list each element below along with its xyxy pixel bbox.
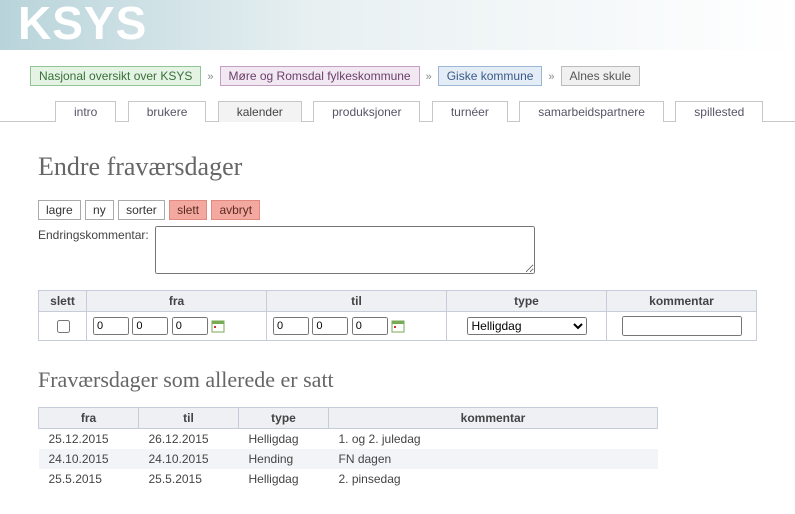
list-cell-fra: 24.10.2015 — [39, 449, 139, 469]
list-cell-type: Helligdag — [239, 429, 329, 450]
existing-list: fra til type kommentar 25.12.201526.12.2… — [38, 407, 658, 489]
action-buttons: lagre ny sorter slett avbryt — [38, 200, 757, 220]
list-col-kommentar: kommentar — [329, 408, 658, 429]
breadcrumb-item[interactable]: Giske kommune — [438, 66, 543, 86]
app-header: KSYS — [0, 0, 795, 50]
type-select[interactable]: HelligdagHending — [467, 317, 587, 335]
tab-turneer[interactable]: turnéer — [432, 101, 508, 122]
list-cell-til: 26.12.2015 — [139, 429, 239, 450]
ny-button[interactable]: ny — [85, 200, 114, 220]
tab-produksjoner[interactable]: produksjoner — [313, 101, 420, 122]
tab-spillested[interactable]: spillested — [675, 101, 763, 122]
kommentar-input[interactable] — [622, 316, 742, 336]
avbryt-button[interactable]: avbryt — [211, 200, 260, 220]
fra-month-input[interactable] — [132, 317, 168, 335]
endringskommentar-label: Endringskommentar: — [38, 226, 149, 242]
breadcrumb-item[interactable]: Nasjonal oversikt over KSYS — [30, 66, 201, 86]
list-cell-til: 24.10.2015 — [139, 449, 239, 469]
list-cell-type: Hending — [239, 449, 329, 469]
til-year-input[interactable] — [352, 317, 388, 335]
tab-intro[interactable]: intro — [55, 101, 116, 122]
edit-row: HelligdagHending — [39, 312, 757, 341]
list-col-type: type — [239, 408, 329, 429]
page-title: Endre fraværsdager — [38, 152, 757, 182]
list-cell-kommentar: FN dagen — [329, 449, 658, 469]
list-col-fra: fra — [39, 408, 139, 429]
lagre-button[interactable]: lagre — [38, 200, 81, 220]
list-col-til: til — [139, 408, 239, 429]
breadcrumb: Nasjonal oversikt over KSYS » Møre og Roms… — [0, 50, 795, 94]
main-content: Endre fraværsdager lagre ny sorter slett… — [0, 122, 795, 489]
list-cell-fra: 25.5.2015 — [39, 469, 139, 489]
breadcrumb-separator: » — [426, 71, 432, 83]
tab-samarbeidspartnere[interactable]: samarbeidspartnere — [519, 101, 664, 122]
list-cell-kommentar: 1. og 2. juledag — [329, 429, 658, 450]
slett-button[interactable]: slett — [169, 200, 207, 220]
col-til: til — [267, 291, 447, 312]
col-type: type — [447, 291, 607, 312]
tab-brukere[interactable]: brukere — [128, 101, 207, 122]
section-title: Fraværsdager som allerede er satt — [38, 367, 757, 393]
list-row: 25.5.201525.5.2015Helligdag2. pinsedag — [39, 469, 658, 489]
row-delete-checkbox[interactable] — [57, 320, 70, 333]
list-row: 24.10.201524.10.2015HendingFN dagen — [39, 449, 658, 469]
tab-bar: intro brukere kalender produksjoner turn… — [0, 100, 795, 122]
calendar-icon[interactable] — [391, 319, 405, 333]
breadcrumb-item[interactable]: Møre og Romsdal fylkeskommune — [220, 66, 420, 86]
breadcrumb-separator: » — [207, 71, 213, 83]
logo: KSYS — [18, 0, 147, 50]
endringskommentar-input[interactable] — [155, 226, 535, 274]
col-slett: slett — [39, 291, 87, 312]
til-day-input[interactable] — [273, 317, 309, 335]
breadcrumb-separator: » — [548, 71, 554, 83]
list-row: 25.12.201526.12.2015Helligdag1. og 2. ju… — [39, 429, 658, 450]
fra-year-input[interactable] — [172, 317, 208, 335]
breadcrumb-item[interactable]: Alnes skule — [561, 66, 640, 86]
list-cell-fra: 25.12.2015 — [39, 429, 139, 450]
edit-grid: slett fra til type kommentar — [38, 290, 757, 341]
col-fra: fra — [87, 291, 267, 312]
list-cell-til: 25.5.2015 — [139, 469, 239, 489]
til-month-input[interactable] — [312, 317, 348, 335]
comment-row: Endringskommentar: — [38, 226, 757, 274]
list-cell-kommentar: 2. pinsedag — [329, 469, 658, 489]
calendar-icon[interactable] — [211, 319, 225, 333]
tab-kalender[interactable]: kalender — [218, 101, 302, 122]
list-cell-type: Helligdag — [239, 469, 329, 489]
sorter-button[interactable]: sorter — [118, 200, 165, 220]
fra-day-input[interactable] — [93, 317, 129, 335]
col-kommentar: kommentar — [607, 291, 757, 312]
